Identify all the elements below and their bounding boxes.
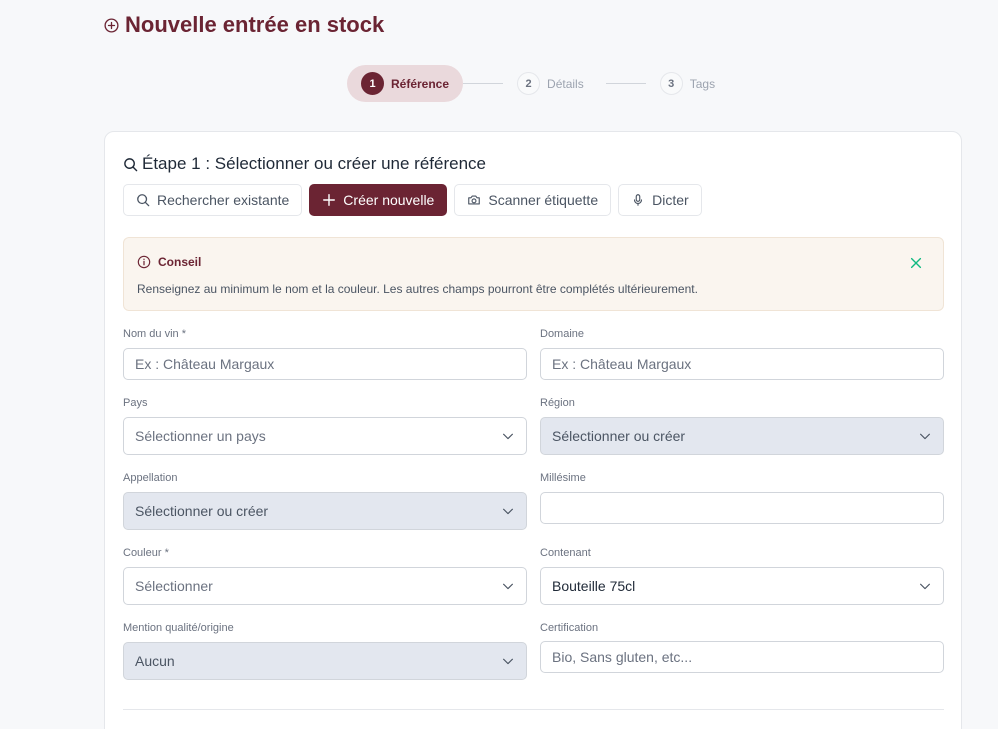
field-label: Domaine — [540, 328, 585, 340]
field-label: Nom du vin * — [123, 328, 186, 340]
select-value: Sélectionner ou créer — [552, 428, 686, 444]
tip-title-text: Conseil — [158, 255, 202, 269]
appellation-select[interactable]: Sélectionner ou créer — [123, 492, 527, 530]
quality-mention-select[interactable]: Aucun — [123, 642, 527, 680]
select-value: Sélectionner — [135, 578, 213, 594]
close-icon[interactable] — [909, 256, 923, 270]
stepper: 1 Référence 2 Détails 3 Tags — [347, 65, 715, 102]
domain-input[interactable] — [552, 356, 932, 372]
info-icon — [137, 255, 151, 269]
search-existing-button[interactable]: Rechercher existante — [123, 184, 303, 216]
step-details[interactable]: 2 Détails — [517, 65, 584, 102]
chevron-down-icon — [503, 433, 513, 440]
step-tags[interactable]: 3 Tags — [659, 65, 716, 102]
dictate-button[interactable]: Dicter — [618, 184, 702, 216]
step-reference[interactable]: 1 Référence — [347, 65, 464, 102]
tip-banner: Conseil Renseignez au minimum le nom et … — [123, 237, 944, 311]
section-divider — [123, 709, 944, 710]
step-number: 2 — [517, 72, 541, 95]
field-label: Appellation — [123, 472, 178, 484]
field-label: Contenant — [540, 547, 591, 559]
tip-title: Conseil — [137, 255, 201, 269]
domain-field[interactable] — [540, 348, 944, 380]
button-label: Rechercher existante — [157, 192, 290, 208]
card-heading-text: Étape 1 : Sélectionner ou créer une réfé… — [142, 154, 486, 173]
step-label: Détails — [547, 76, 584, 91]
button-label: Scanner étiquette — [488, 192, 599, 208]
step-label: Référence — [391, 76, 450, 91]
country-select[interactable]: Sélectionner un pays — [123, 417, 527, 455]
field-label: Certification — [540, 622, 599, 634]
region-select[interactable]: Sélectionner ou créer — [540, 417, 944, 455]
select-value: Aucun — [135, 653, 175, 669]
wine-name-input[interactable] — [135, 356, 515, 372]
chevron-down-icon — [503, 583, 513, 590]
chevron-down-icon — [920, 433, 930, 440]
scan-label-button[interactable]: Scanner étiquette — [454, 184, 612, 216]
field-label: Mention qualité/origine — [123, 622, 234, 634]
vintage-input[interactable] — [552, 500, 932, 516]
tip-text: Renseignez au minimum le nom et la coule… — [137, 282, 698, 296]
plus-circle-icon — [104, 17, 119, 33]
color-select[interactable]: Sélectionner — [123, 567, 527, 605]
search-icon — [137, 194, 150, 207]
select-value: Sélectionner un pays — [135, 428, 266, 444]
chevron-down-icon — [503, 658, 513, 665]
button-label: Créer nouvelle — [343, 192, 435, 208]
vintage-field[interactable] — [540, 492, 944, 524]
certification-field[interactable] — [540, 641, 944, 673]
chevron-down-icon — [503, 508, 513, 515]
step-label: Tags — [689, 76, 716, 91]
mode-selector: Rechercher existante Créer nouvelle Scan… — [123, 184, 702, 216]
camera-icon — [468, 195, 481, 205]
page-title-text: Nouvelle entrée en stock — [125, 12, 385, 37]
certification-input[interactable] — [552, 649, 932, 665]
step-connector — [463, 83, 504, 84]
field-label: Millésime — [540, 472, 586, 484]
reference-card: Étape 1 : Sélectionner ou créer une réfé… — [104, 131, 962, 729]
page-title: Nouvelle entrée en stock — [104, 12, 384, 38]
chevron-down-icon — [920, 583, 930, 590]
step-connector — [605, 83, 646, 84]
create-new-button[interactable]: Créer nouvelle — [309, 184, 448, 216]
search-icon — [124, 157, 138, 171]
mic-icon — [634, 194, 643, 206]
card-heading: Étape 1 : Sélectionner ou créer une réfé… — [123, 154, 486, 174]
plus-icon — [323, 194, 336, 206]
field-label: Couleur * — [123, 547, 169, 559]
select-value: Sélectionner ou créer — [135, 503, 269, 519]
wine-name-field[interactable] — [123, 348, 527, 380]
field-label: Pays — [123, 397, 148, 409]
container-select[interactable]: Bouteille 75cl — [540, 567, 944, 605]
select-value: Bouteille 75cl — [552, 578, 636, 594]
field-label: Région — [540, 397, 575, 409]
step-number: 3 — [659, 72, 683, 95]
button-label: Dicter — [652, 192, 689, 208]
step-number: 1 — [361, 72, 384, 95]
